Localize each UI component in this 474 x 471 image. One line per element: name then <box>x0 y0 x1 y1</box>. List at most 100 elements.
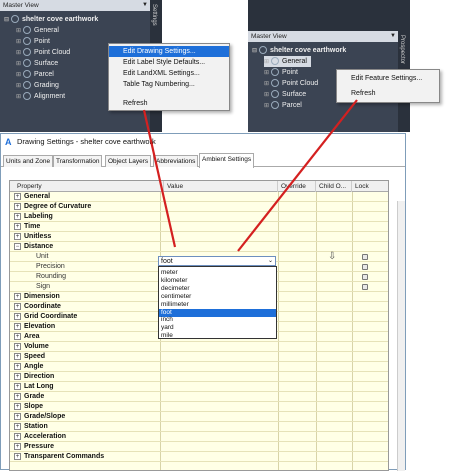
lock-icon[interactable] <box>362 264 368 270</box>
right-sidebar-strip: Prospector <box>398 0 410 132</box>
expand-icon[interactable]: + <box>14 223 21 230</box>
unit-option[interactable]: meter <box>159 269 276 277</box>
table-row[interactable]: + Direction <box>10 372 388 382</box>
lock-icon[interactable] <box>362 274 368 280</box>
tree-item[interactable]: ⊞ Point Cloud <box>16 47 70 58</box>
expand-icon[interactable]: + <box>14 343 21 350</box>
tab-object-layers[interactable]: Object Layers <box>105 155 152 167</box>
expand-icon[interactable]: ⊟ <box>4 15 11 26</box>
tree-item-label: shelter cove earthwork <box>270 47 347 54</box>
grid-header: Property Value Override Child O... Lock <box>10 181 388 192</box>
table-row[interactable]: + Angle <box>10 362 388 372</box>
expand-icon[interactable]: + <box>14 193 21 200</box>
tree-item[interactable]: ⊞ Point <box>16 36 50 47</box>
expand-icon[interactable]: + <box>14 433 21 440</box>
unit-option[interactable]: mile <box>159 332 276 340</box>
unit-option[interactable]: yard <box>159 324 276 332</box>
table-row[interactable]: + Volume <box>10 342 388 352</box>
column-header[interactable]: Child O... <box>316 181 352 192</box>
unit-option[interactable]: inch <box>159 316 276 324</box>
menu-item[interactable]: Edit LandXML Settings... <box>109 68 229 79</box>
tree-item[interactable]: ⊟ shelter cove earthwork <box>4 14 98 25</box>
expand-icon[interactable]: + <box>14 203 21 210</box>
unit-option[interactable]: millimeter <box>159 301 276 309</box>
menu-item[interactable]: Refresh <box>337 88 439 99</box>
tab-transformation[interactable]: Transformation <box>53 155 103 167</box>
unit-option[interactable]: kilometer <box>159 277 276 285</box>
table-row[interactable]: + Labeling <box>10 212 388 222</box>
tree-item[interactable]: ⊟ shelter cove earthwork <box>252 45 346 56</box>
expand-icon[interactable]: + <box>14 393 21 400</box>
expand-icon[interactable]: + <box>14 353 21 360</box>
lock-icon[interactable] <box>362 254 368 260</box>
collapse-icon[interactable]: − <box>14 243 21 250</box>
menu-item[interactable]: Edit Drawing Settings... <box>109 46 229 57</box>
expand-icon[interactable]: + <box>14 383 21 390</box>
menu-item[interactable]: Edit Label Style Defaults... <box>109 57 229 68</box>
expand-icon[interactable]: + <box>14 363 21 370</box>
tree-item[interactable]: ⊞ Surface <box>16 58 58 69</box>
tab-abbreviations[interactable]: Abbreviations <box>153 155 199 167</box>
expand-icon[interactable]: ⊟ <box>252 46 259 57</box>
tree-item[interactable]: ⊞ General <box>264 56 311 67</box>
table-row[interactable]: + Slope <box>10 402 388 412</box>
column-header[interactable]: Property <box>14 181 164 192</box>
master-view-dropdown[interactable]: Master View ▼ <box>0 0 150 11</box>
expand-icon[interactable]: + <box>14 443 21 450</box>
menu-item[interactable]: Table Tag Numbering... <box>109 79 229 90</box>
unit-select[interactable]: foot ⌄ <box>158 256 276 266</box>
tree-item[interactable]: ⊞ Point Cloud <box>264 78 318 89</box>
expand-icon[interactable]: + <box>14 293 21 300</box>
lock-icon[interactable] <box>362 284 368 290</box>
table-row[interactable]: + Time <box>10 222 388 232</box>
expand-icon[interactable]: ⊞ <box>264 101 271 112</box>
right-context-menu: Edit Feature Settings... Refresh <box>336 69 440 103</box>
node-icon <box>11 15 19 24</box>
tree-item[interactable]: ⊞ Surface <box>264 89 306 100</box>
tree-item-label: Parcel <box>34 71 54 78</box>
tree-item[interactable]: ⊞ Alignment <box>16 91 65 102</box>
unit-option[interactable]: decimeter <box>159 285 276 293</box>
menu-item[interactable]: Refresh <box>109 98 229 109</box>
table-row[interactable]: + Pressure <box>10 442 388 452</box>
tree-item[interactable]: ⊞ Grading <box>16 80 59 91</box>
column-header[interactable]: Override <box>278 181 316 192</box>
menu-item[interactable]: Edit Feature Settings... <box>337 73 439 84</box>
unit-option[interactable]: centimeter <box>159 293 276 301</box>
tab-units-and-zone[interactable]: Units and Zone <box>3 155 54 167</box>
master-view-dropdown[interactable]: Master View ▼ <box>248 31 398 42</box>
table-row[interactable]: + Station <box>10 422 388 432</box>
table-row[interactable]: + Degree of Curvature <box>10 202 388 212</box>
expand-icon[interactable]: + <box>14 333 21 340</box>
expand-icon[interactable]: ⊞ <box>16 92 23 103</box>
expand-icon[interactable]: + <box>14 323 21 330</box>
tree-item[interactable]: ⊞ Point <box>264 67 298 78</box>
expand-icon[interactable]: + <box>14 413 21 420</box>
column-header[interactable]: Lock <box>352 181 388 192</box>
tree-item[interactable]: ⊞ Parcel <box>264 100 302 111</box>
table-row[interactable]: + Acceleration <box>10 432 388 442</box>
expand-icon[interactable]: + <box>14 303 21 310</box>
table-row[interactable]: + Unitless <box>10 232 388 242</box>
table-row[interactable]: + Speed <box>10 352 388 362</box>
expand-icon[interactable]: + <box>14 213 21 220</box>
unit-option[interactable]: foot <box>159 308 276 317</box>
table-row[interactable]: + Lat Long <box>10 382 388 392</box>
table-row[interactable]: + Grade/Slope <box>10 412 388 422</box>
expand-icon[interactable]: + <box>14 313 21 320</box>
column-header[interactable]: Value <box>164 181 278 192</box>
expand-icon[interactable]: + <box>14 373 21 380</box>
tree-item[interactable]: ⊞ Parcel <box>16 69 54 80</box>
table-row[interactable]: + Grade <box>10 392 388 402</box>
tab-ambient-settings[interactable]: Ambient Settings <box>199 153 255 168</box>
expand-icon[interactable]: + <box>14 423 21 430</box>
dialog-scrollbar[interactable] <box>397 201 405 471</box>
expand-icon[interactable]: + <box>14 453 21 460</box>
tree-item[interactable]: ⊞ General <box>16 25 59 36</box>
tree-item-label: General <box>34 27 59 34</box>
sidebar-label: Settings <box>151 4 157 26</box>
expand-icon[interactable]: + <box>14 403 21 410</box>
table-row[interactable]: + General <box>10 192 388 202</box>
expand-icon[interactable]: + <box>14 233 21 240</box>
table-row[interactable]: + Transparent Commands <box>10 452 388 462</box>
